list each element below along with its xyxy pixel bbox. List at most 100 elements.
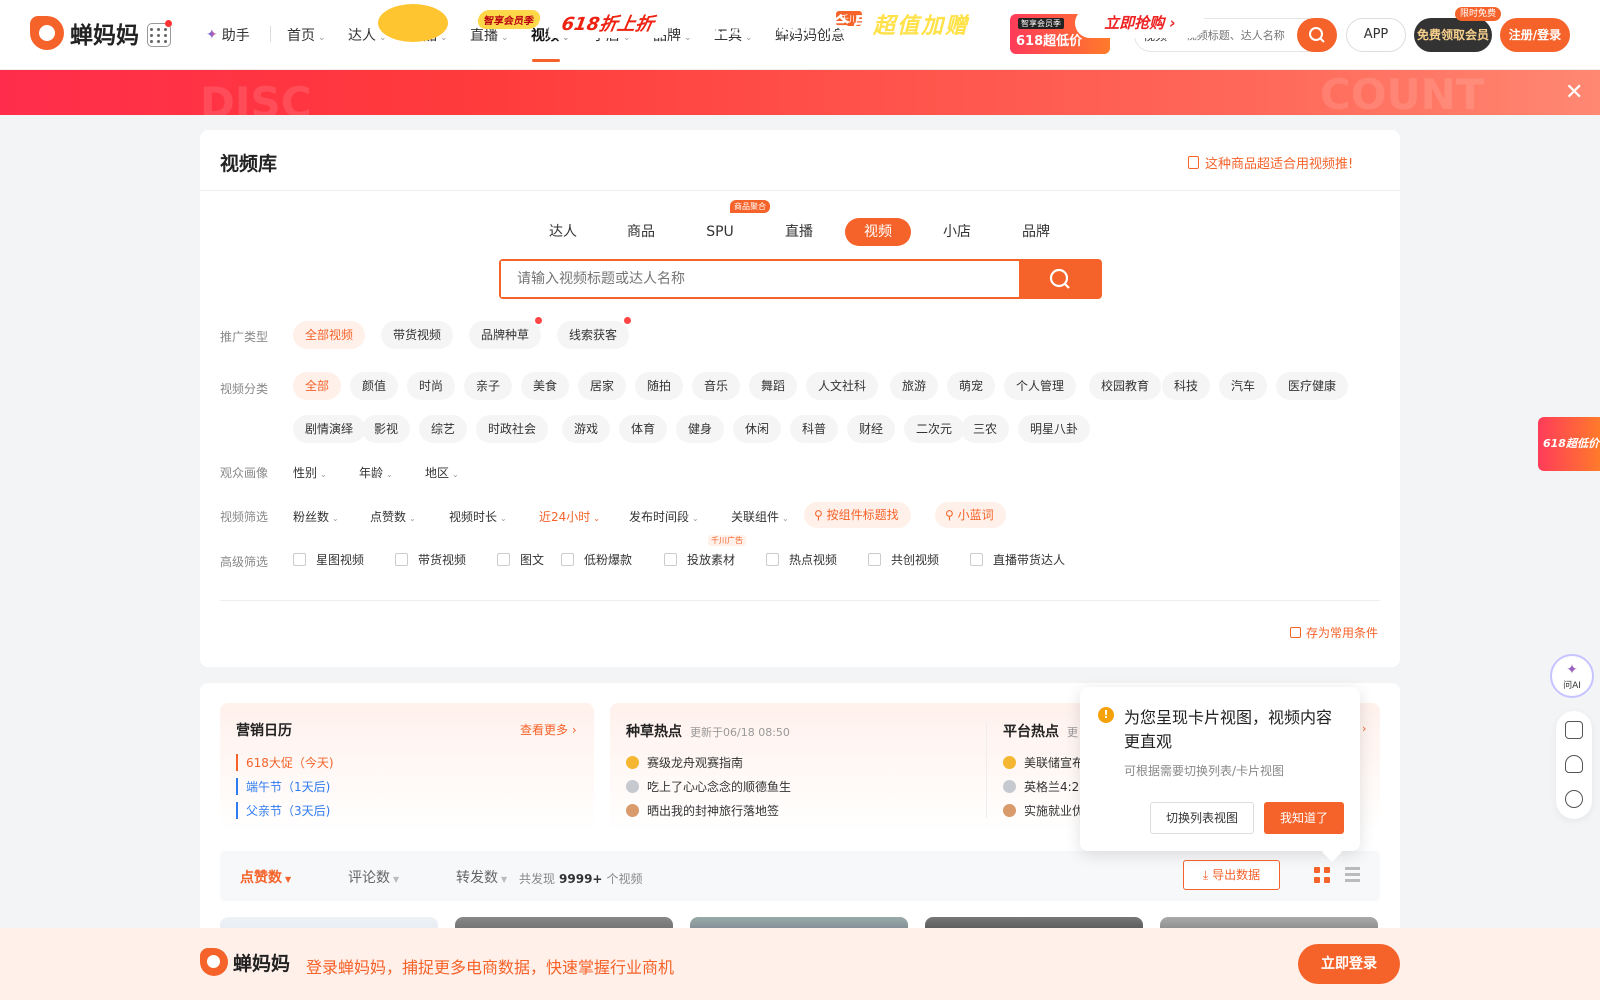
promo-type-chip[interactable]: 线索获客 [557, 321, 630, 349]
tab-item[interactable]: 品牌 [1003, 218, 1069, 246]
promo-banner[interactable]: DISC COUNT [0, 70, 1600, 115]
app-button[interactable]: APP [1346, 18, 1406, 52]
platform-hot-item[interactable]: 美联储宣布 [1003, 754, 1084, 771]
category-chip[interactable]: 时尚 [407, 372, 456, 400]
audience-dropdown[interactable]: 地区 ⌄ [425, 464, 459, 481]
checkbox-icon[interactable] [293, 553, 306, 566]
main-search-input[interactable] [501, 261, 1019, 297]
export-button[interactable]: ⤓ 导出数据 [1183, 860, 1280, 890]
hot-topic-item[interactable]: 吃上了心心念念的顺德鱼生 [626, 778, 791, 795]
promo-type-chip[interactable]: 带货视频 [381, 321, 454, 349]
advanced-checkbox[interactable]: 图文 [497, 551, 544, 568]
tab-item[interactable]: 视频 [845, 218, 911, 246]
headset-icon[interactable] [1565, 755, 1583, 773]
header-search-button[interactable] [1297, 18, 1337, 52]
platform-hot-item[interactable]: 实施就业优 [1003, 802, 1084, 819]
advanced-checkbox[interactable]: 共创视频 [868, 551, 939, 568]
main-search[interactable] [499, 259, 1019, 299]
calendar-item[interactable]: 端午节（1天后) [236, 778, 330, 795]
calendar-more-link[interactable]: 查看更多 › [520, 721, 577, 738]
advanced-checkbox[interactable]: 星图视频 [293, 551, 364, 568]
calendar-item[interactable]: 父亲节（3天后) [236, 802, 330, 819]
category-chip[interactable]: 二次元 [904, 415, 965, 443]
category-chip[interactable]: 亲子 [464, 372, 513, 400]
tab-item[interactable]: SPU [687, 218, 753, 246]
assistant-link[interactable]: ✦ 助手 [206, 25, 250, 45]
category-chip[interactable]: 影视 [362, 415, 411, 443]
video-filter-dropdown[interactable]: 粉丝数 ⌄ [293, 508, 339, 525]
platform-hot-item[interactable]: 英格兰4:2 [1003, 778, 1079, 795]
switch-list-view-button[interactable]: 切换列表视图 [1150, 802, 1254, 834]
category-chip[interactable]: 三农 [961, 415, 1010, 443]
category-chip[interactable]: 剧情演绎 [293, 415, 366, 443]
free-vip-button[interactable]: 免费领取会员 [1414, 18, 1492, 52]
tab-item[interactable]: 小店 [924, 218, 990, 246]
banner-buy-button[interactable]: 立即抢购 › [1075, 8, 1205, 38]
category-chip[interactable]: 体育 [619, 415, 668, 443]
search-component-button[interactable]: ⚲ 按组件标题找 [804, 502, 911, 528]
tab-item[interactable]: 达人 [530, 218, 596, 246]
logo[interactable]: 蝉妈妈 [30, 16, 139, 50]
hint-link[interactable]: 这种商品超适合用视频推! [1188, 153, 1353, 172]
category-chip[interactable]: 校园教育 [1089, 372, 1162, 400]
guide-icon[interactable] [1565, 721, 1583, 739]
advanced-checkbox[interactable]: 投放素材 [664, 551, 735, 568]
tab-item[interactable]: 商品 [608, 218, 674, 246]
category-chip[interactable]: 居家 [578, 372, 627, 400]
category-chip[interactable]: 音乐 [692, 372, 741, 400]
audience-dropdown[interactable]: 年龄 ⌄ [359, 464, 393, 481]
main-search-button[interactable] [1019, 259, 1102, 299]
advanced-checkbox[interactable]: 直播带货达人 [970, 551, 1065, 568]
checkbox-icon[interactable] [664, 553, 677, 566]
category-chip[interactable]: 萌宠 [947, 372, 996, 400]
promo-type-chip[interactable]: 全部视频 [293, 321, 366, 349]
list-view-icon[interactable] [1345, 867, 1361, 883]
checkbox-icon[interactable] [395, 553, 408, 566]
save-filter-button[interactable]: 存为常用条件 [1290, 624, 1378, 641]
video-filter-dropdown[interactable]: 视频时长 ⌄ [449, 508, 507, 525]
sort-option[interactable]: 转发数 ▼ [456, 867, 507, 887]
side-promo[interactable]: 618超低价 [1538, 417, 1600, 471]
category-chip[interactable]: 汽车 [1219, 372, 1268, 400]
category-chip[interactable]: 颜值 [350, 372, 399, 400]
category-chip[interactable]: 科普 [790, 415, 839, 443]
category-chip[interactable]: 明星八卦 [1018, 415, 1091, 443]
category-chip[interactable]: 舞蹈 [749, 372, 798, 400]
category-chip[interactable]: 个人管理 [1004, 372, 1077, 400]
category-chip[interactable]: 医疗健康 [1276, 372, 1349, 400]
tab-item[interactable]: 直播 [766, 218, 832, 246]
hot-topic-item[interactable]: 赛级龙舟观赛指南 [626, 754, 743, 771]
category-chip[interactable]: 健身 [676, 415, 725, 443]
nav-item[interactable]: 首页 ⌄ [287, 25, 326, 45]
sort-option[interactable]: 评论数 ▼ [348, 867, 399, 887]
promo-type-chip[interactable]: 品牌种草 [469, 321, 542, 349]
video-filter-dropdown[interactable]: 点赞数 ⌄ [370, 508, 416, 525]
category-chip[interactable]: 休闲 [733, 415, 782, 443]
advanced-checkbox[interactable]: 热点视频 [766, 551, 837, 568]
login-now-button[interactable]: 立即登录 [1298, 944, 1400, 984]
chat-icon[interactable] [1565, 790, 1583, 808]
blue-word-button[interactable]: ⚲ 小蓝词 [935, 502, 1006, 528]
advanced-checkbox[interactable]: 带货视频 [395, 551, 466, 568]
video-filter-dropdown[interactable]: 发布时间段 ⌄ [629, 508, 699, 525]
hot-topic-item[interactable]: 晒出我的封神旅行落地签 [626, 802, 779, 819]
category-chip[interactable]: 财经 [847, 415, 896, 443]
category-chip[interactable]: 综艺 [419, 415, 468, 443]
category-chip[interactable]: 科技 [1162, 372, 1211, 400]
category-chip[interactable]: 时政社会 [476, 415, 549, 443]
grid-view-icon[interactable] [1314, 867, 1330, 883]
video-filter-dropdown[interactable]: 关联组件 ⌄ [731, 508, 789, 525]
category-chip[interactable]: 旅游 [890, 372, 939, 400]
got-it-button[interactable]: 我知道了 [1264, 802, 1344, 834]
checkbox-icon[interactable] [497, 553, 510, 566]
category-chip[interactable]: 人文社科 [806, 372, 879, 400]
checkbox-icon[interactable] [868, 553, 881, 566]
checkbox-icon[interactable] [766, 553, 779, 566]
login-register-button[interactable]: 注册/登录 [1500, 18, 1570, 52]
ask-ai-button[interactable]: ✦ 问AI [1550, 654, 1594, 698]
category-chip[interactable]: 游戏 [562, 415, 611, 443]
category-chip[interactable]: 随拍 [635, 372, 684, 400]
checkbox-icon[interactable] [970, 553, 983, 566]
close-icon[interactable]: ✕ [1565, 80, 1583, 105]
category-chip[interactable]: 美食 [521, 372, 570, 400]
